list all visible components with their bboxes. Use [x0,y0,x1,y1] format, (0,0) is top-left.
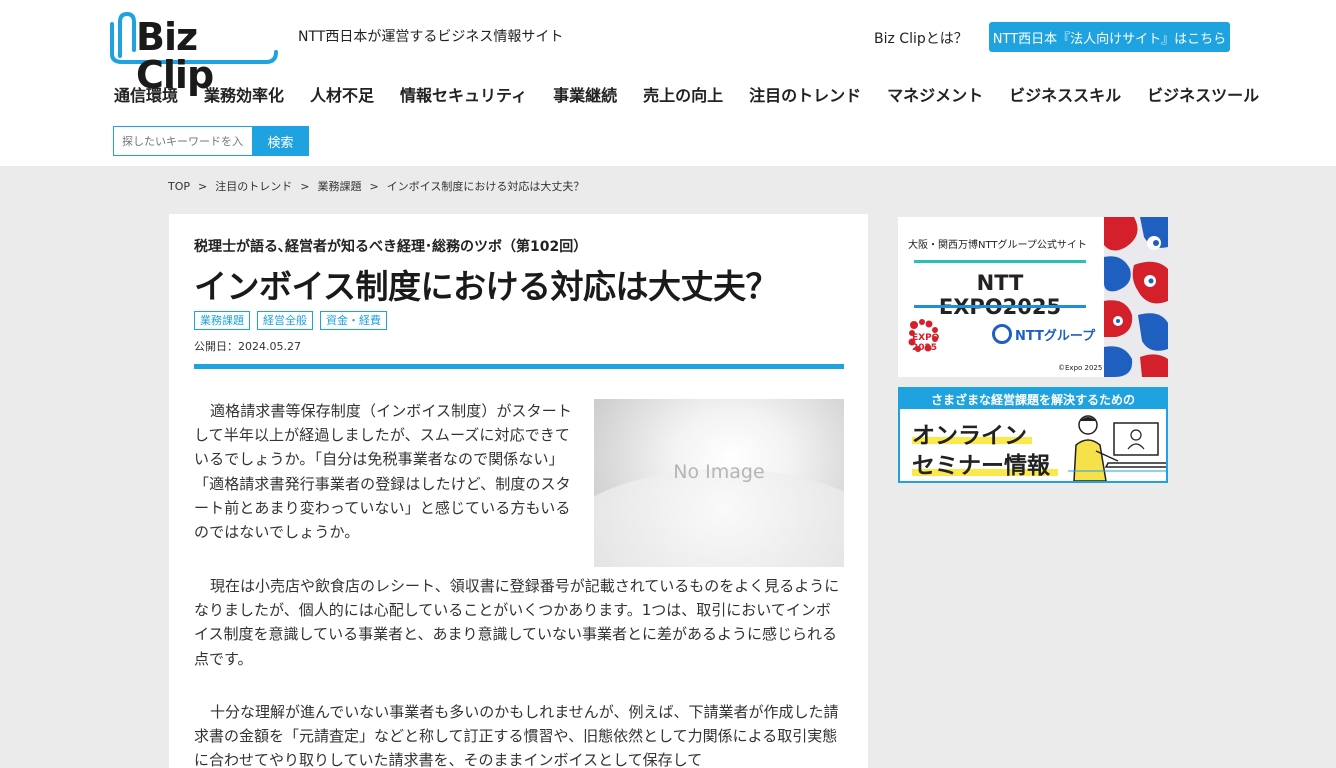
nav-item-network[interactable]: 通信環境 [114,82,178,106]
article-series: 税理士が語る､経営者が知るべき経理･総務のツボ（第102回） [194,239,588,255]
nav-item-management[interactable]: マネジメント [887,82,983,106]
nav-item-skills[interactable]: ビジネススキル [1009,82,1121,106]
site-tagline: NTT西日本が運営するビジネス情報サイト [298,29,564,45]
search-input[interactable] [113,126,252,156]
ntt-logo-icon [992,324,1012,344]
about-link[interactable]: Biz Clipとは？ [874,28,968,48]
article-image-placeholder: No Image [594,399,844,567]
site-header: Biz Clip NTT西日本が運営するビジネス情報サイト Biz Clipとは… [0,0,1336,166]
nav-item-security[interactable]: 情報セキュリティ [400,82,527,106]
nav-item-sales[interactable]: 売上の向上 [643,82,723,106]
nav-item-tools[interactable]: ビジネスツール [1147,82,1259,106]
article-tags: 業務課題 経営全般 資金・経費 [194,311,394,330]
expo-subtitle: 大阪・関西万博NTTグループ公式サイト [908,240,1087,251]
expo-divider [914,305,1086,308]
expo-decorative-art [1104,217,1168,377]
article-card: 税理士が語る､経営者が知るべき経理･総務のツボ（第102回） インボイス制度にお… [169,214,868,768]
article-title: インボイス制度における対応は大丈夫？ [194,267,779,306]
placeholder-shape [594,469,844,567]
seminar-title-line1: オンライン [912,423,1027,449]
breadcrumb: TOP > 注目のトレンド > 業務課題 > インボイス制度における対応は大丈夫… [168,178,584,194]
global-nav: 通信環境 業務効率化 人材不足 情報セキュリティ 事業継続 売上の向上 注目のト… [114,82,1259,106]
person-laptop-illustration [1068,415,1166,481]
article-paragraph: 十分な理解が進んでいない事業者も多いのかもしれませんが、例えば、下請業者が作成し… [194,703,839,768]
ntt-group-text: NTTグループ [1015,328,1096,344]
nav-item-trends[interactable]: 注目のトレンド [749,82,861,106]
nav-item-efficiency[interactable]: 業務効率化 [204,82,284,106]
expo-title: NTT EXPO2025 [938,271,1062,319]
article-paragraph: 適格請求書等保存制度（インボイス制度）がスタートして半年以上が経過しましたが、ス… [194,402,572,542]
corporate-site-button[interactable]: NTT西日本『法人向けサイト』はこちら [989,22,1230,52]
search-bar: 検索 [113,126,309,156]
seminar-banner[interactable]: さまざまな経営課題を解決するための オンライン セミナー情報 [898,387,1168,483]
breadcrumb-item-top[interactable]: TOP [168,180,190,193]
search-button[interactable]: 検索 [252,126,309,156]
seminar-header: さまざまな経営課題を解決するための [900,389,1166,409]
expo-banner[interactable]: 大阪・関西万博NTTグループ公式サイト NTT EXPO2025 EXPO 20… [898,217,1168,377]
nav-item-staffing[interactable]: 人材不足 [310,82,374,106]
nav-item-continuity[interactable]: 事業継続 [553,82,617,106]
bizclip-logo[interactable]: Biz Clip [106,10,280,94]
breadcrumb-separator: > [198,179,208,193]
ntt-group-logo: NTTグループ [992,324,1095,344]
title-divider [194,364,844,369]
breadcrumb-item-current: インボイス制度における対応は大丈夫？ [386,180,585,193]
tag-funding[interactable]: 資金・経費 [320,311,387,330]
expo-logo-text: EXPO 2025 [912,333,940,353]
expo-copyright: ©Expo 2025 [1058,364,1103,372]
breadcrumb-item-trends[interactable]: 注目のトレンド [215,178,292,194]
publish-date: 公開日：2024.05.27 [194,340,301,353]
tag-business-issues[interactable]: 業務課題 [194,311,250,330]
breadcrumb-separator: > [369,179,379,193]
seminar-title-line2: セミナー情報 [912,453,1050,479]
breadcrumb-item-category[interactable]: 業務課題 [317,178,361,194]
tag-management[interactable]: 経営全般 [257,311,313,330]
breadcrumb-separator: > [300,179,310,193]
no-image-label: No Image [673,461,765,483]
article-paragraph: 現在は小売店や飲食店のレシート、領収書に登録番号が記載されているものをよく見るよ… [194,577,840,668]
expo-divider [914,260,1086,263]
